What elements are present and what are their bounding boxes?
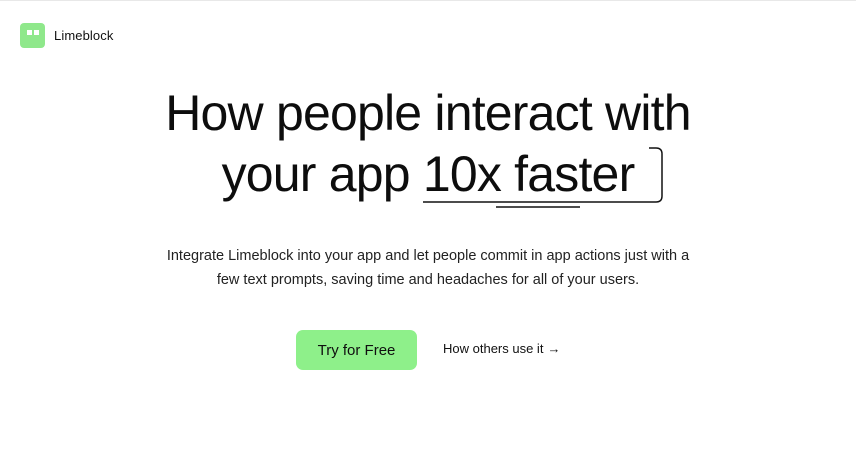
hero-title-line-2: your app 10x faster bbox=[0, 144, 856, 208]
try-for-free-button[interactable]: Try for Free bbox=[296, 330, 417, 370]
hero-title-line-1: How people interact with bbox=[165, 85, 691, 141]
limeblock-logo-icon bbox=[20, 23, 45, 48]
how-others-use-it-label: How others use it bbox=[443, 341, 544, 356]
hero-highlight: 10x faster bbox=[422, 144, 663, 208]
hero-title: How people interact with your app 10x fa… bbox=[0, 83, 856, 208]
cta-row: Try for Free How others use it → bbox=[0, 330, 856, 370]
how-others-use-it-link[interactable]: How others use it → bbox=[443, 341, 560, 356]
brand-name: Limeblock bbox=[54, 28, 114, 43]
arrow-right-icon: → bbox=[547, 341, 561, 356]
brand[interactable]: Limeblock bbox=[20, 23, 113, 48]
hero-title-prefix: your app bbox=[221, 146, 423, 202]
hero-subtitle-line-2: few text prompts, saving time and headac… bbox=[216, 272, 640, 288]
landing-page: Limeblock How people interact with your … bbox=[0, 0, 856, 457]
hero-subtitle: Integrate Limeblock into your app and le… bbox=[0, 244, 856, 292]
hero-subtitle-line-1: Integrate Limeblock into your app and le… bbox=[166, 248, 690, 264]
hero-highlight-text: 10x faster bbox=[422, 146, 635, 202]
